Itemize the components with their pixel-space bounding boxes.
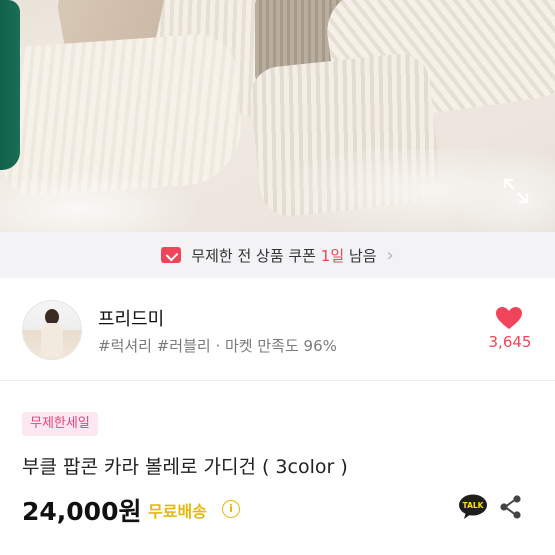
seller-section[interactable]: 프리드미 #럭셔리 #러블리 · 마켓 만족도 96% (0, 278, 555, 381)
seller-tags: #럭셔리 #러블리 · 마켓 만족도 96% (98, 337, 337, 355)
kakaotalk-icon[interactable]: TALK (458, 494, 488, 520)
chevron-right-icon: › (386, 244, 394, 266)
seller-avatar[interactable] (22, 300, 82, 360)
avatar-figure-body (41, 323, 63, 357)
green-sweater-edge (0, 0, 20, 170)
sale-badge: 무제한세일 (22, 412, 98, 436)
free-shipping-label: 무료배송 (148, 502, 207, 521)
product-title: 부클 팝콘 카라 볼레로 가디건 ( 3color ) (22, 456, 348, 478)
kakaotalk-label: TALK (463, 501, 485, 510)
product-image[interactable] (0, 0, 555, 232)
coupon-suffix: 남음 (348, 246, 377, 265)
coupon-days-left: 1일 (320, 246, 345, 265)
heart-icon[interactable] (495, 306, 523, 330)
fur-background (0, 150, 555, 232)
product-price: 24,000원 (22, 497, 142, 526)
share-icon[interactable] (498, 494, 524, 520)
coupon-banner[interactable]: 무제한 전 상품 쿠폰 1일 남음 › (0, 232, 555, 278)
coupon-text: 무제한 전 상품 쿠폰 (191, 246, 316, 265)
seller-name[interactable]: 프리드미 (98, 305, 164, 331)
info-icon[interactable]: i (222, 500, 240, 518)
coupon-icon (161, 247, 182, 263)
like-count: 3,645 (488, 333, 532, 351)
expand-icon[interactable] (503, 178, 529, 204)
